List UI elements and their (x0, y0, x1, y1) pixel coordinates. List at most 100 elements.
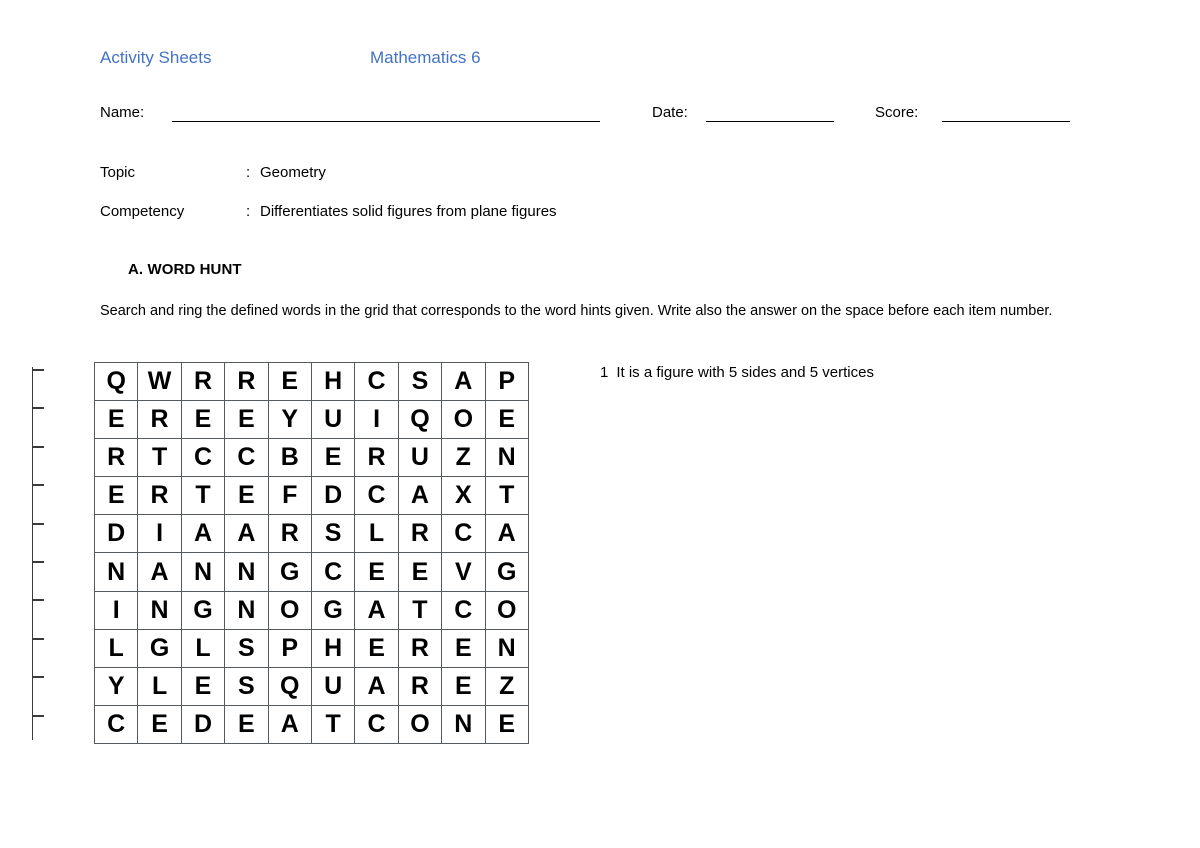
word-grid-cell[interactable]: H (310, 628, 356, 668)
word-grid-cell[interactable]: U (310, 400, 356, 440)
word-grid-cell[interactable]: G (180, 590, 226, 630)
date-input-line[interactable] (706, 121, 834, 122)
word-grid-cell[interactable]: B (267, 438, 312, 478)
word-grid-cell[interactable]: N (93, 552, 139, 592)
word-grid-cell[interactable]: T (180, 476, 226, 516)
word-grid-cell[interactable]: E (397, 552, 443, 592)
word-grid-cell[interactable]: R (267, 514, 312, 554)
word-grid-cell[interactable]: Z (484, 666, 529, 706)
word-grid-cell[interactable]: U (310, 666, 356, 706)
word-grid-cell[interactable]: C (441, 514, 486, 554)
word-grid-cell[interactable]: C (93, 704, 139, 744)
word-grid-cell[interactable]: O (267, 590, 312, 630)
word-grid-cell[interactable]: N (484, 628, 529, 668)
word-grid-cell[interactable]: C (180, 438, 226, 478)
answer-line-stub[interactable] (32, 369, 44, 371)
word-grid-cell[interactable]: E (180, 400, 226, 440)
word-grid-cell[interactable]: O (441, 400, 486, 440)
word-grid-cell[interactable]: T (484, 476, 529, 516)
word-grid-cell[interactable]: C (354, 476, 399, 516)
word-grid-cell[interactable]: G (310, 590, 356, 630)
word-grid-cell[interactable]: P (484, 361, 529, 402)
word-grid-cell[interactable]: A (224, 514, 269, 554)
word-grid-cell[interactable]: A (180, 514, 226, 554)
answer-line-stub[interactable] (32, 638, 44, 640)
word-grid-cell[interactable]: O (397, 704, 443, 744)
word-grid-cell[interactable]: W (137, 361, 182, 402)
answer-line-stub[interactable] (32, 599, 44, 601)
score-input-line[interactable] (942, 121, 1070, 122)
word-grid-cell[interactable]: E (224, 476, 269, 516)
word-grid-cell[interactable]: Y (93, 666, 139, 706)
word-grid-cell[interactable]: A (441, 361, 486, 402)
word-grid-cell[interactable]: D (93, 514, 139, 554)
word-grid-cell[interactable]: E (441, 628, 486, 668)
word-grid-cell[interactable]: Z (441, 438, 486, 478)
word-grid-cell[interactable]: A (397, 476, 443, 516)
word-grid-cell[interactable]: D (310, 476, 356, 516)
word-grid-cell[interactable]: L (93, 628, 139, 668)
word-grid-cell[interactable]: E (93, 400, 139, 440)
word-grid-cell[interactable]: L (180, 628, 226, 668)
word-grid-cell[interactable]: Q (267, 666, 312, 706)
word-grid-cell[interactable]: R (397, 666, 443, 706)
word-grid-cell[interactable]: C (441, 590, 486, 630)
answer-line-stub[interactable] (32, 523, 44, 525)
word-grid-cell[interactable]: X (441, 476, 486, 516)
word-grid-cell[interactable]: N (484, 438, 529, 478)
word-grid-cell[interactable]: S (310, 514, 356, 554)
word-grid-cell[interactable]: Y (267, 400, 312, 440)
word-grid-cell[interactable]: I (354, 400, 399, 440)
word-grid-cell[interactable]: E (354, 552, 399, 592)
word-grid-cell[interactable]: A (267, 704, 312, 744)
answer-line-stub[interactable] (32, 561, 44, 563)
word-grid-cell[interactable]: V (441, 552, 486, 592)
word-grid-cell[interactable]: C (354, 361, 399, 402)
word-grid-cell[interactable]: E (354, 628, 399, 668)
word-grid-cell[interactable]: E (267, 361, 312, 402)
word-grid-cell[interactable]: E (310, 438, 356, 478)
word-grid-cell[interactable]: H (310, 361, 356, 402)
word-hunt-grid[interactable]: QWRREHCSAPEREEYUIQOERTCCBERUZNERTEFDCAXT… (93, 361, 529, 744)
word-grid-cell[interactable]: N (441, 704, 486, 744)
word-grid-cell[interactable]: R (137, 400, 182, 440)
word-grid-cell[interactable]: N (180, 552, 226, 592)
word-grid-cell[interactable]: R (397, 628, 443, 668)
word-grid-cell[interactable]: L (354, 514, 399, 554)
word-grid-cell[interactable]: F (267, 476, 312, 516)
word-grid-cell[interactable]: Q (397, 400, 443, 440)
word-grid-cell[interactable]: A (354, 666, 399, 706)
word-grid-cell[interactable]: E (441, 666, 486, 706)
word-grid-cell[interactable]: G (484, 552, 529, 592)
word-grid-cell[interactable]: Q (93, 361, 139, 402)
name-input-line[interactable] (172, 121, 600, 122)
word-grid-cell[interactable]: S (224, 666, 269, 706)
word-grid-cell[interactable]: A (354, 590, 399, 630)
word-grid-cell[interactable]: E (484, 704, 529, 744)
word-grid-cell[interactable]: I (93, 590, 139, 630)
word-grid-cell[interactable]: R (137, 476, 182, 516)
word-grid-cell[interactable]: E (180, 666, 226, 706)
word-grid-cell[interactable]: A (484, 514, 529, 554)
word-grid-cell[interactable]: D (180, 704, 226, 744)
word-grid-cell[interactable]: C (310, 552, 356, 592)
word-grid-cell[interactable]: G (137, 628, 182, 668)
word-grid-cell[interactable]: T (310, 704, 356, 744)
word-grid-cell[interactable]: G (267, 552, 312, 592)
word-grid-cell[interactable]: C (354, 704, 399, 744)
word-grid-cell[interactable]: C (224, 438, 269, 478)
word-grid-cell[interactable]: S (224, 628, 269, 668)
word-grid-cell[interactable]: R (93, 438, 139, 478)
word-grid-cell[interactable]: T (137, 438, 182, 478)
answer-line-stub[interactable] (32, 676, 44, 678)
word-grid-cell[interactable]: P (267, 628, 312, 668)
word-grid-cell[interactable]: E (137, 704, 182, 744)
answer-line-stub[interactable] (32, 407, 44, 409)
word-grid-cell[interactable]: R (224, 361, 269, 402)
word-grid-cell[interactable]: T (397, 590, 443, 630)
word-grid-cell[interactable]: R (354, 438, 399, 478)
word-grid-cell[interactable]: L (137, 666, 182, 706)
word-grid-cell[interactable]: E (484, 400, 529, 440)
answer-line-stub[interactable] (32, 446, 44, 448)
word-grid-cell[interactable]: N (224, 552, 269, 592)
